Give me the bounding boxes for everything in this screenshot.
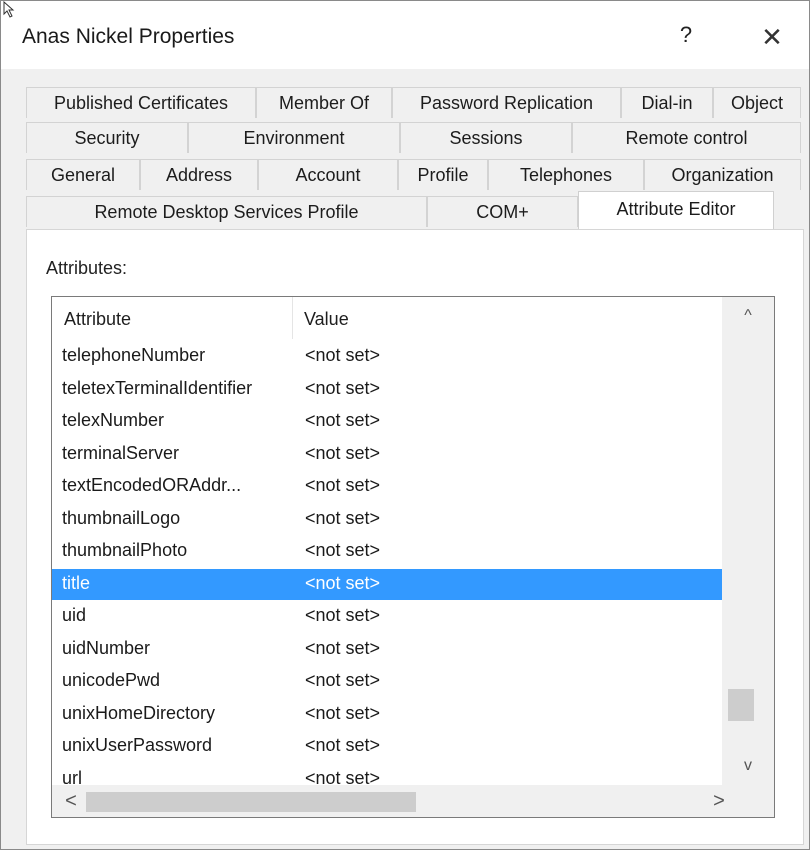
tab-address[interactable]: Address bbox=[140, 159, 258, 190]
list-row-unixhomedirectory[interactable]: unixHomeDirectory <not set> bbox=[52, 699, 722, 730]
list-row-telephonenumber[interactable]: telephoneNumber <not set> bbox=[52, 341, 722, 372]
tab-environment[interactable]: Environment bbox=[188, 122, 400, 153]
attribute-value: <not set> bbox=[305, 410, 381, 430]
scroll-down-icon[interactable]: v bbox=[722, 751, 774, 781]
tab-security[interactable]: Security bbox=[26, 122, 188, 153]
help-button[interactable]: ? bbox=[673, 21, 699, 49]
vertical-scroll-thumb[interactable] bbox=[728, 689, 754, 721]
tab-remote-control[interactable]: Remote control bbox=[572, 122, 801, 153]
cursor-icon bbox=[3, 1, 15, 18]
tab-organization[interactable]: Organization bbox=[644, 159, 801, 190]
attribute-name: terminalServer bbox=[62, 442, 180, 463]
list-row-thumbnailphoto[interactable]: thumbnailPhoto <not set> bbox=[52, 536, 722, 567]
tab-general[interactable]: General bbox=[26, 159, 140, 190]
list-row-uid[interactable]: uid <not set> bbox=[52, 601, 722, 632]
tab-password-replication[interactable]: Password Replication bbox=[392, 87, 621, 118]
list-row-unicodepwd[interactable]: unicodePwd <not set> bbox=[52, 666, 722, 697]
attribute-name: uid bbox=[62, 605, 87, 625]
tab-telephones[interactable]: Telephones bbox=[488, 159, 644, 190]
dialog-client-area: Published Certificates Member Of Passwor… bbox=[1, 69, 809, 849]
tab-com-plus[interactable]: COM+ bbox=[427, 196, 578, 227]
tab-published-certificates[interactable]: Published Certificates bbox=[26, 87, 256, 118]
list-row-unixuserpassword[interactable]: unixUserPassword <not set> bbox=[52, 731, 722, 762]
attribute-value: <not set> bbox=[305, 735, 381, 755]
attribute-name: title bbox=[62, 572, 91, 593]
tab-account[interactable]: Account bbox=[258, 159, 398, 190]
tab-sessions[interactable]: Sessions bbox=[400, 122, 572, 153]
tab-object[interactable]: Object bbox=[713, 87, 801, 118]
scroll-up-icon[interactable]: ^ bbox=[722, 301, 774, 331]
attribute-editor-panel: Attributes: Attribute Value telephoneNum… bbox=[26, 229, 804, 845]
attribute-name: unixHomeDirectory bbox=[62, 702, 216, 723]
attribute-value: <not set> bbox=[305, 540, 381, 560]
properties-dialog: Anas Nickel Properties ? ✕ Published Cer… bbox=[0, 0, 810, 850]
attribute-value: <not set> bbox=[305, 702, 381, 723]
attribute-value: <not set> bbox=[305, 507, 381, 528]
list-row-telexnumber[interactable]: telexNumber <not set> bbox=[52, 406, 722, 437]
attribute-name: textEncodedORAddr... bbox=[62, 475, 242, 495]
tab-dial-in[interactable]: Dial-in bbox=[621, 87, 713, 118]
tab-remote-desktop-services-profile[interactable]: Remote Desktop Services Profile bbox=[26, 196, 427, 227]
horizontal-scroll-thumb[interactable] bbox=[86, 792, 416, 812]
list-header: Attribute Value bbox=[52, 297, 722, 339]
attributes-label: Attributes: bbox=[46, 258, 128, 278]
attribute-name: thumbnailPhoto bbox=[62, 540, 188, 560]
attribute-value: <not set> bbox=[305, 345, 381, 365]
list-row-terminalserver[interactable]: terminalServer <not set> bbox=[52, 439, 722, 470]
column-divider[interactable] bbox=[292, 297, 293, 339]
attribute-name: telexNumber bbox=[62, 410, 165, 430]
column-header-attribute[interactable]: Attribute bbox=[64, 297, 131, 339]
scroll-left-icon[interactable]: < bbox=[56, 785, 86, 817]
title-bar[interactable]: Anas Nickel Properties ? ✕ bbox=[1, 1, 809, 69]
tab-attribute-editor[interactable]: Attribute Editor bbox=[578, 191, 774, 229]
attribute-value: <not set> bbox=[305, 442, 381, 463]
attribute-value: <not set> bbox=[305, 605, 381, 625]
attribute-value: <not set> bbox=[305, 572, 381, 593]
window-title: Anas Nickel Properties bbox=[22, 25, 235, 48]
list-row-uidnumber[interactable]: uidNumber <not set> bbox=[52, 634, 722, 665]
column-header-value[interactable]: Value bbox=[304, 297, 349, 339]
tab-profile[interactable]: Profile bbox=[398, 159, 488, 190]
list-row-teletexterminalidentifier[interactable]: teletexTerminalIdentifier <not set> bbox=[52, 374, 722, 405]
attribute-name: telephoneNumber bbox=[62, 345, 206, 365]
attribute-name: teletexTerminalIdentifier bbox=[62, 377, 253, 398]
vertical-scrollbar[interactable]: ^ v bbox=[722, 297, 774, 785]
attribute-value: <not set> bbox=[305, 637, 381, 658]
attribute-name: unixUserPassword bbox=[62, 735, 213, 755]
attribute-value: <not set> bbox=[305, 670, 381, 690]
attribute-name: thumbnailLogo bbox=[62, 507, 181, 528]
horizontal-scrollbar[interactable]: < > bbox=[52, 785, 774, 817]
tab-member-of[interactable]: Member Of bbox=[256, 87, 392, 118]
scroll-right-icon[interactable]: > bbox=[704, 785, 734, 817]
list-row-textencodedoraddr[interactable]: textEncodedORAddr... <not set> bbox=[52, 471, 722, 502]
attribute-name: uidNumber bbox=[62, 637, 151, 658]
attribute-name: unicodePwd bbox=[62, 670, 161, 690]
attributes-list[interactable]: Attribute Value telephoneNumber <not set>… bbox=[51, 296, 775, 818]
close-button[interactable]: ✕ bbox=[755, 21, 789, 53]
list-row-thumbnaillogo[interactable]: thumbnailLogo <not set> bbox=[52, 504, 722, 535]
attribute-value: <not set> bbox=[305, 377, 381, 398]
list-row-title[interactable]: title <not set> bbox=[52, 568, 722, 600]
attribute-value: <not set> bbox=[305, 475, 381, 495]
